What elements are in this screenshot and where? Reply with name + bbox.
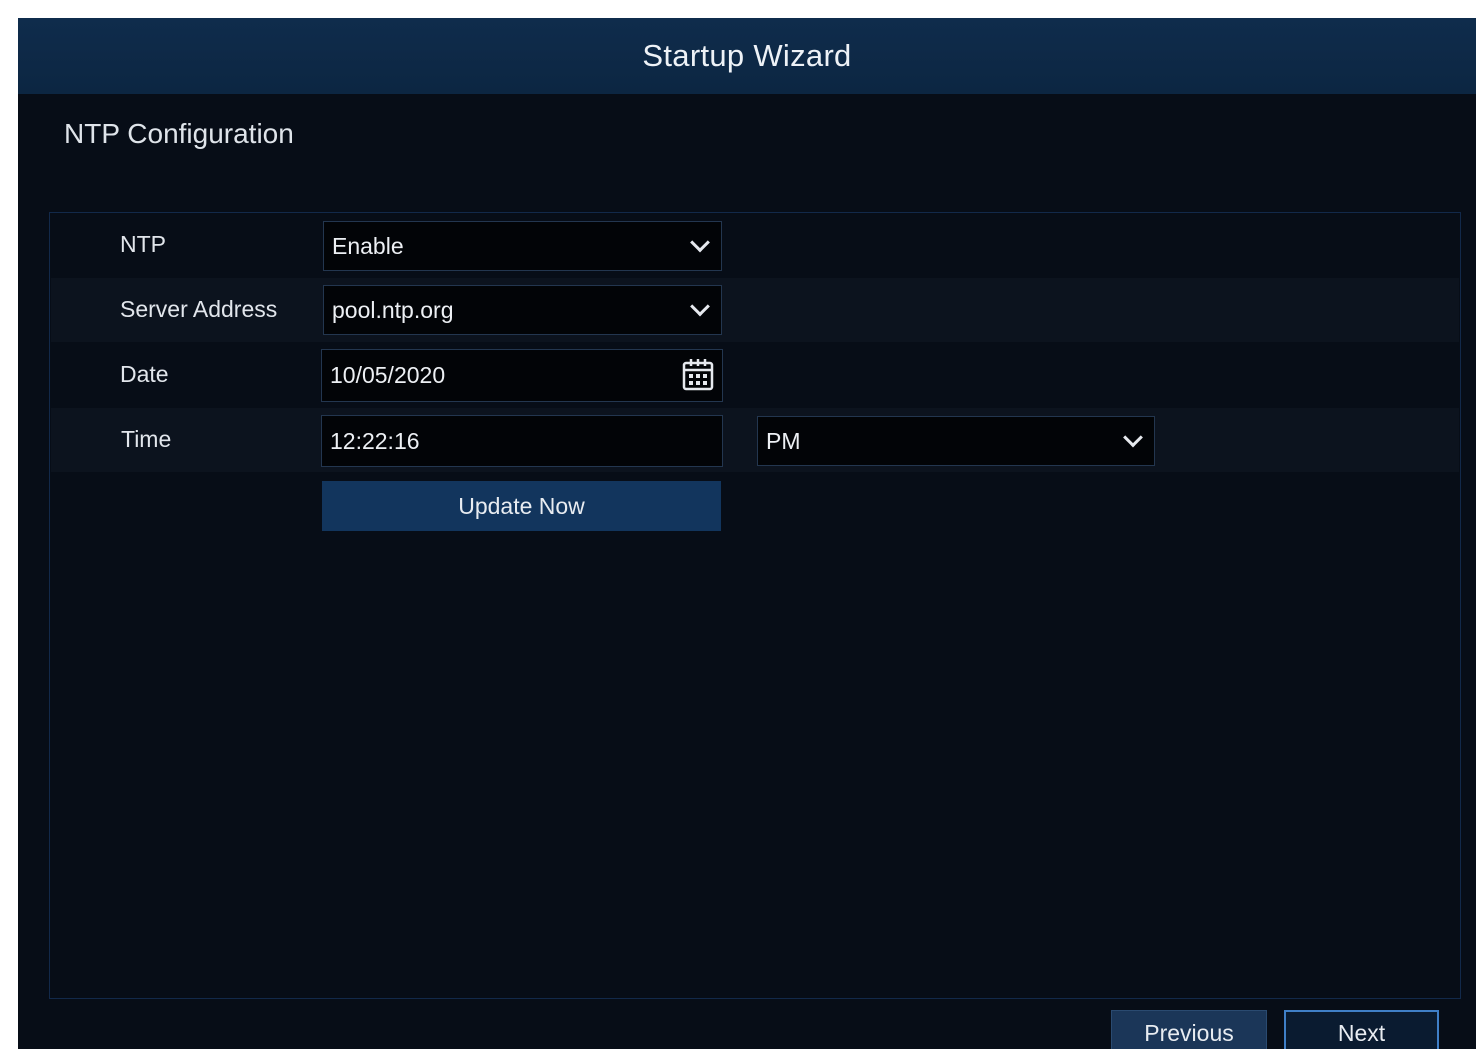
chevron-down-icon xyxy=(690,296,710,317)
section-title: NTP Configuration xyxy=(64,118,294,149)
ntp-row: NTP Enable xyxy=(51,213,1459,277)
server-address-row: Server Address pool.ntp.org xyxy=(51,278,1459,342)
date-label: Date xyxy=(120,361,169,387)
ampm-value: PM xyxy=(766,427,801,454)
server-address-value: pool.ntp.org xyxy=(332,296,454,323)
ntp-select[interactable]: Enable xyxy=(323,221,722,271)
date-value: 10/05/2020 xyxy=(330,362,446,388)
update-now-button[interactable]: Update Now xyxy=(322,481,721,531)
date-field[interactable]: 10/05/2020 xyxy=(321,349,723,402)
time-row: Time 12:22:16 PM xyxy=(51,408,1459,472)
ntp-select-value: Enable xyxy=(332,232,404,259)
server-address-select[interactable]: pool.ntp.org xyxy=(323,285,722,335)
previous-button[interactable]: Previous xyxy=(1111,1010,1267,1049)
calendar-icon[interactable] xyxy=(682,357,714,391)
next-button[interactable]: Next xyxy=(1284,1010,1439,1049)
date-row: Date 10/05/2020 xyxy=(51,343,1459,407)
time-field[interactable]: 12:22:16 xyxy=(321,415,723,467)
window-title: Startup Wizard xyxy=(642,38,852,73)
time-value: 12:22:16 xyxy=(330,427,420,454)
startup-wizard-window: Startup Wizard NTP Configuration NTP Ena… xyxy=(18,18,1476,1049)
settings-panel: NTP Enable Server Address pool.ntp.org D… xyxy=(49,212,1461,999)
ampm-select[interactable]: PM xyxy=(757,416,1155,466)
server-address-label: Server Address xyxy=(120,296,278,322)
title-bar: Startup Wizard xyxy=(18,18,1476,94)
ntp-label: NTP xyxy=(120,231,166,257)
time-label: Time xyxy=(121,426,172,452)
chevron-down-icon xyxy=(1123,427,1143,448)
chevron-down-icon xyxy=(690,232,710,253)
